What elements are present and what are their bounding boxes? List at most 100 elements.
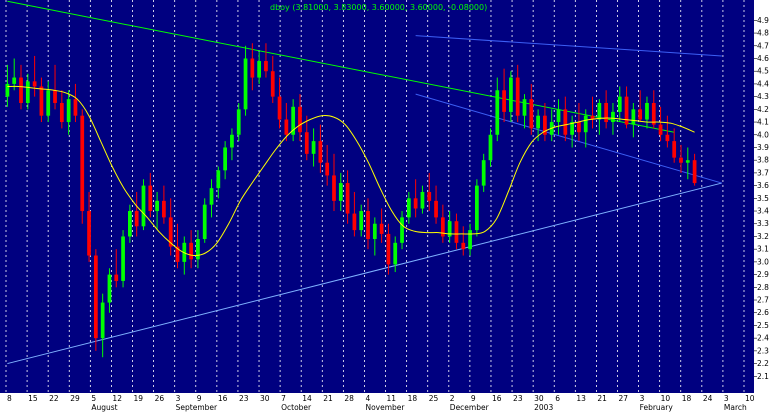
candle-body xyxy=(509,77,513,112)
candle-body xyxy=(406,198,411,218)
month-label: August xyxy=(91,403,117,412)
date-tick-label: 26 xyxy=(155,394,165,403)
candle-body xyxy=(481,160,486,186)
date-tick-label: 6 xyxy=(555,394,560,403)
month-label: February xyxy=(640,403,674,412)
candle-body xyxy=(420,191,425,209)
price-tick-label: 2.4 xyxy=(757,334,769,343)
candle-body xyxy=(53,90,57,103)
candle-body xyxy=(468,230,472,250)
price-tick-label: 3.6 xyxy=(757,181,769,190)
candle-body xyxy=(345,183,350,214)
candle-body xyxy=(39,86,44,116)
chart-legend: dboy (3.81000, 3.83000, 3.60000, 3.60000… xyxy=(270,3,487,12)
candle-body xyxy=(658,124,663,135)
candle-body xyxy=(80,115,85,212)
candle-body xyxy=(318,141,323,163)
date-tick-label: 16 xyxy=(492,394,502,403)
candle-body xyxy=(12,77,17,84)
candle-body xyxy=(46,90,51,116)
price-tick-label: 2.9 xyxy=(757,270,769,279)
candle-body xyxy=(66,99,71,123)
candle-body xyxy=(427,191,432,201)
date-tick-label: 12 xyxy=(112,394,122,403)
candle-body xyxy=(332,175,336,201)
candle-body xyxy=(577,122,581,133)
candle-body xyxy=(304,132,309,154)
candle-body xyxy=(617,96,622,112)
candle-body xyxy=(93,255,98,339)
candle-body xyxy=(209,188,214,205)
date-tick-label: 10 xyxy=(661,394,671,403)
date-tick-label: 28 xyxy=(344,394,354,403)
price-tick-label: 2.7 xyxy=(757,296,769,305)
date-tick-label: 19 xyxy=(134,394,144,403)
candle-body xyxy=(685,160,690,163)
candle-body xyxy=(651,102,656,125)
candle-body xyxy=(672,141,677,158)
price-tick-label: 3.0 xyxy=(757,257,769,266)
date-tick-label: 7 xyxy=(281,394,286,403)
month-label: December xyxy=(450,403,490,412)
date-tick-label: 24 xyxy=(703,394,713,403)
candle-body xyxy=(243,58,248,110)
candle-body xyxy=(413,198,418,209)
candle-body xyxy=(59,102,64,123)
price-tick-label: 3.8 xyxy=(757,156,769,165)
price-tick-label: 4.5 xyxy=(757,67,769,76)
price-tick-label: 3.7 xyxy=(757,168,769,177)
candle-body xyxy=(264,61,268,72)
month-label: October xyxy=(281,403,312,412)
month-label: March xyxy=(724,403,747,412)
candle-body xyxy=(25,81,30,103)
candle-body xyxy=(250,58,255,78)
candle-body xyxy=(189,242,193,260)
candle-body xyxy=(665,134,670,142)
date-tick-label: 27 xyxy=(618,394,628,403)
date-tick-label: 23 xyxy=(513,394,523,403)
candle-body xyxy=(128,211,132,237)
candle-body xyxy=(624,96,629,125)
date-tick-label: 4 xyxy=(365,394,370,403)
date-tick-label: 18 xyxy=(682,394,692,403)
price-tick-label: 4.4 xyxy=(757,79,769,88)
candle-body xyxy=(454,221,459,243)
date-tick-label: 9 xyxy=(471,394,476,403)
candle-body xyxy=(270,71,275,97)
plot-background xyxy=(0,0,754,402)
candle-body xyxy=(311,141,316,154)
price-tick-label: 3.5 xyxy=(757,194,769,203)
candle-body xyxy=(631,109,636,125)
date-tick-label: 9 xyxy=(197,394,202,403)
candle-body xyxy=(5,83,10,97)
price-tick-label: 2.3 xyxy=(757,346,769,355)
date-tick-label: 3 xyxy=(640,394,645,403)
price-tick-label: 3.1 xyxy=(757,245,769,254)
candle-body xyxy=(352,213,357,231)
candle-body xyxy=(645,102,649,120)
price-tick-label: 2.1 xyxy=(757,372,769,381)
date-tick-label: 25 xyxy=(429,394,439,403)
candle-body xyxy=(107,274,112,303)
candle-body xyxy=(611,111,615,123)
date-tick-label: 2 xyxy=(450,394,455,403)
candle-body xyxy=(223,147,227,171)
candle-body xyxy=(162,200,166,218)
candle-body xyxy=(379,223,384,234)
price-tick-label: 2.8 xyxy=(757,283,769,292)
candle-body xyxy=(434,200,438,218)
candle-body xyxy=(87,211,91,256)
candle-body xyxy=(141,185,146,227)
price-tick-label: 4.7 xyxy=(757,41,769,50)
candle-body xyxy=(563,109,568,135)
candle-body xyxy=(604,102,609,123)
candle-body xyxy=(277,96,282,120)
date-tick-label: 3 xyxy=(176,394,181,403)
candle-body xyxy=(515,77,520,116)
date-tick-label: 8 xyxy=(7,394,12,403)
candle-body xyxy=(359,211,364,231)
candle-body xyxy=(148,185,153,212)
date-tick-label: 15 xyxy=(28,394,38,403)
candle-body xyxy=(32,81,37,87)
price-axis-ticks: 2.1 2.2 2.3 2.4 2.5 2.6 2.7 2.8 2.9 3.0 3.1 3.2 3.3 3… xyxy=(754,16,769,381)
